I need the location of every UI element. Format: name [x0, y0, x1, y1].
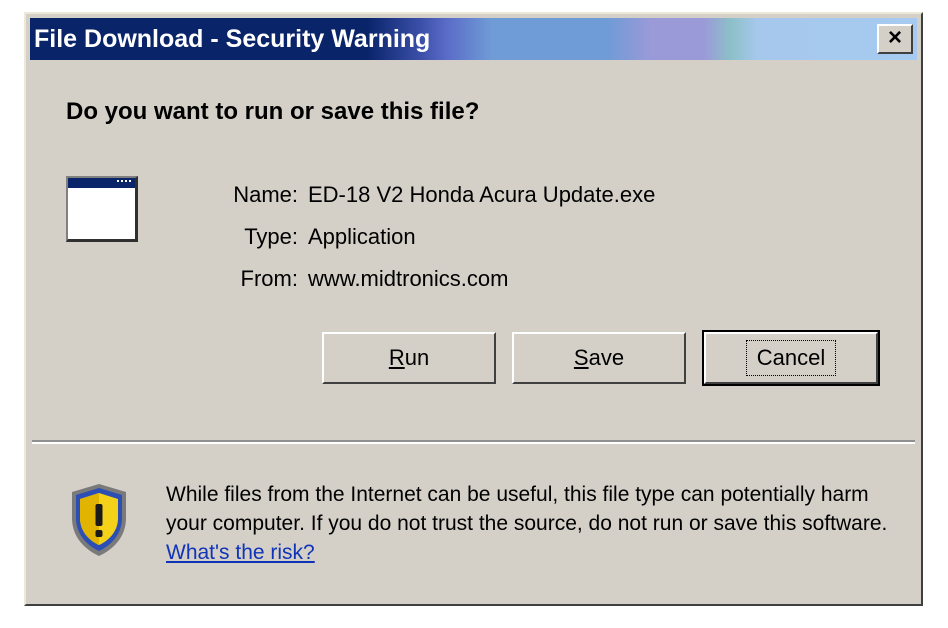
file-source-row: From: www.midtronics.com: [196, 258, 655, 300]
save-button[interactable]: Save: [512, 332, 686, 384]
file-info: Name: ED-18 V2 Honda Acura Update.exe Ty…: [196, 174, 655, 300]
file-source-label: From:: [240, 266, 298, 291]
file-type-value: Application: [308, 224, 416, 249]
file-name-label: Name:: [233, 182, 298, 207]
security-shield-icon: [72, 484, 126, 556]
close-icon: ×: [887, 24, 902, 51]
security-warning-text: While files from the Internet can be use…: [166, 480, 906, 567]
application-window-icon: [66, 176, 138, 242]
file-name-row: Name: ED-18 V2 Honda Acura Update.exe: [196, 174, 655, 216]
dialog-question: Do you want to run or save this file?: [66, 98, 480, 125]
file-name-value: ED-18 V2 Honda Acura Update.exe: [308, 182, 656, 207]
file-type-label: Type:: [244, 224, 298, 249]
save-button-label: Save: [573, 345, 625, 370]
run-button[interactable]: Run: [322, 332, 496, 384]
whats-the-risk-link[interactable]: What's the risk?: [166, 541, 315, 564]
cancel-button-label: Cancel: [745, 340, 837, 376]
warning-message: While files from the Internet can be use…: [166, 483, 888, 535]
title-bar[interactable]: File Download - Security Warning ×: [30, 18, 917, 60]
file-download-dialog: File Download - Security Warning × Do yo…: [24, 12, 923, 606]
close-button[interactable]: ×: [877, 24, 913, 54]
file-type-row: Type: Application: [196, 216, 655, 258]
run-button-label: Run: [388, 345, 430, 370]
window-title: File Download - Security Warning: [34, 24, 431, 53]
cancel-button[interactable]: Cancel: [702, 330, 880, 386]
file-source-value: www.midtronics.com: [308, 266, 509, 291]
divider: [32, 440, 915, 444]
